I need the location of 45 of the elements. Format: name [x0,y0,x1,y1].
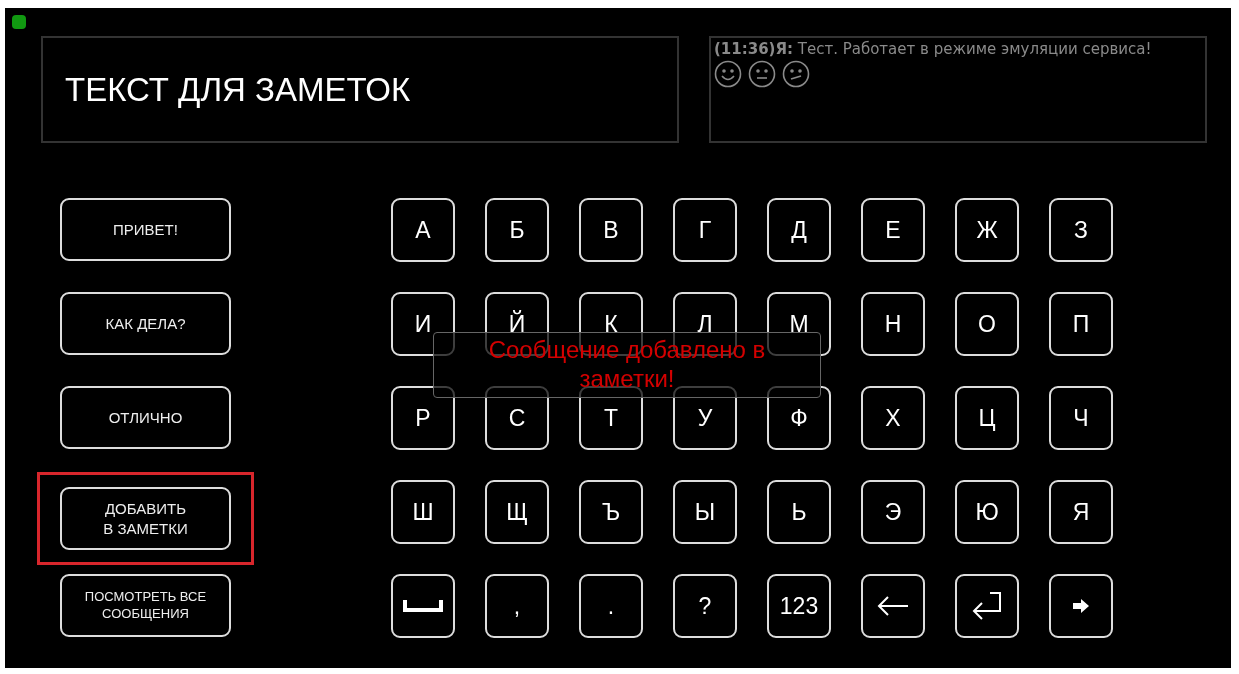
key[interactable]: Г [673,198,737,262]
next-key[interactable] [1049,574,1113,638]
key[interactable]: Х [861,386,925,450]
confused-face-icon[interactable] [782,60,810,88]
key[interactable]: Б [485,198,549,262]
key[interactable]: П [1049,292,1113,356]
key[interactable]: З [1049,198,1113,262]
key[interactable]: . [579,574,643,638]
phrase-button[interactable]: ДОБАВИТЬ В ЗАМЕТКИ [60,487,231,550]
key[interactable]: Е [861,198,925,262]
phrase-button[interactable]: ПОСМОТРЕТЬ ВСЕ СООБЩЕНИЯ [60,574,231,637]
key[interactable]: Р [391,386,455,450]
key[interactable]: Ь [767,480,831,544]
neutral-face-icon[interactable] [748,60,776,88]
space-icon [403,599,443,613]
phrase-button[interactable]: КАК ДЕЛА? [60,292,231,355]
phrase-button[interactable]: ПРИВЕТ! [60,198,231,261]
message-toast: Сообщение добавлено в заметки! [433,332,821,398]
key[interactable]: Щ [485,480,549,544]
smiling-face-icon[interactable] [714,60,742,88]
key[interactable]: Ж [955,198,1019,262]
backspace-key[interactable] [861,574,925,638]
chat-message: (11:36)Я: Тест. Работает в режиме эмуляции сервиса! [714,40,1153,58]
key[interactable]: О [955,292,1019,356]
key[interactable]: Ш [391,480,455,544]
key[interactable]: ? [673,574,737,638]
key[interactable]: В [579,198,643,262]
key[interactable]: А [391,198,455,262]
key[interactable]: , [485,574,549,638]
key[interactable]: 123 [767,574,831,638]
key[interactable]: Ъ [579,480,643,544]
key[interactable]: Ц [955,386,1019,450]
key[interactable]: Э [861,480,925,544]
key[interactable]: Я [1049,480,1113,544]
enter-key[interactable] [955,574,1019,638]
key[interactable]: Н [861,292,925,356]
phrase-button[interactable]: ОТЛИЧНО [60,386,231,449]
right-arrow-icon [1072,598,1090,614]
key[interactable]: Д [767,198,831,262]
left-arrow-icon [876,595,910,617]
key[interactable]: Ю [955,480,1019,544]
key[interactable]: Ч [1049,386,1113,450]
space-key[interactable] [391,574,455,638]
key[interactable]: Ы [673,480,737,544]
notes-text: ТЕКСТ ДЛЯ ЗАМЕТОК [65,70,411,109]
